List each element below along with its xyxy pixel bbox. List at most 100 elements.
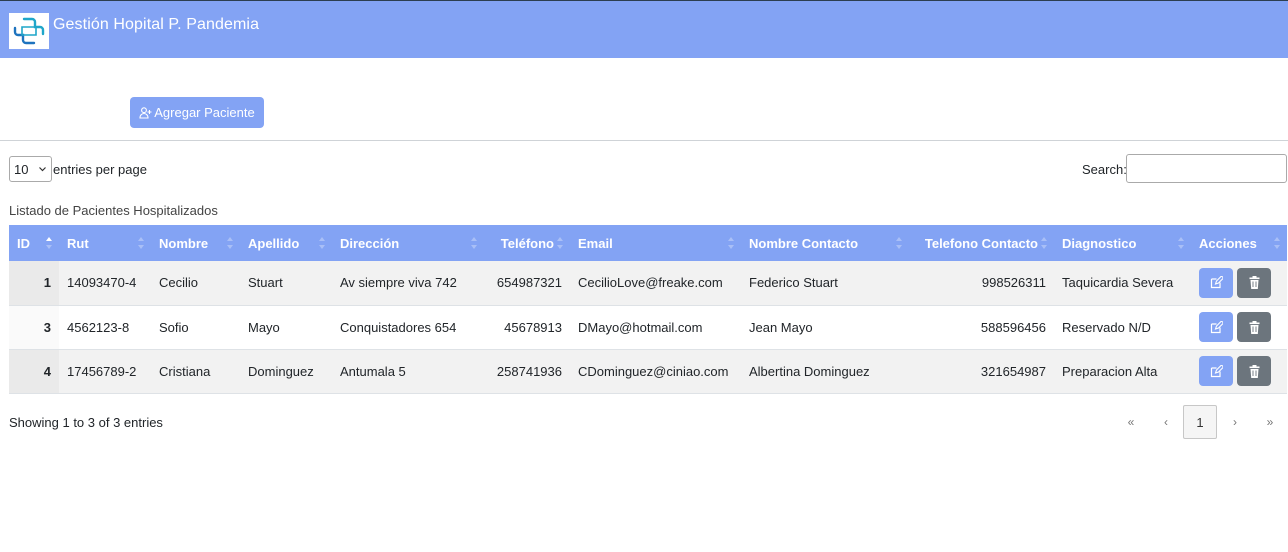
table-header-row: ID Rut Nombre Apellido Dirección Teléfon…	[9, 225, 1287, 261]
cell-nombre-contacto: Albertina Dominguez	[741, 349, 909, 394]
cell-email: CecilioLove@freake.com	[570, 261, 741, 306]
col-header-nombre-contacto[interactable]: Nombre Contacto	[741, 225, 909, 261]
col-header-acciones[interactable]: Acciones	[1191, 225, 1287, 261]
cell-diagnostico: Preparacion Alta	[1054, 349, 1191, 394]
cell-telefono-contacto: 998526311	[909, 261, 1054, 306]
col-header-diagnostico-label: Diagnostico	[1062, 235, 1137, 251]
search-input[interactable]	[1126, 154, 1287, 183]
divider	[0, 140, 1288, 141]
edit-icon	[1210, 276, 1223, 289]
sort-icon	[557, 237, 563, 249]
cell-telefono: 45678913	[484, 305, 570, 350]
cell-diagnostico: Taquicardia Severa	[1054, 261, 1191, 306]
trash-icon	[1249, 364, 1259, 378]
cell-nombre: Sofio	[151, 305, 240, 350]
delete-button[interactable]	[1237, 267, 1271, 298]
cell-nombre-contacto: Federico Stuart	[741, 261, 909, 306]
col-header-apellido[interactable]: Apellido	[240, 225, 332, 261]
edit-button[interactable]	[1199, 356, 1233, 386]
cell-nombre-contacto: Jean Mayo	[741, 305, 909, 350]
col-header-telefono-label: Teléfono	[500, 235, 554, 251]
cell-id: 4	[9, 349, 59, 394]
pagination-page-1[interactable]: 1	[1183, 405, 1217, 439]
cell-apellido: Dominguez	[240, 349, 332, 394]
cell-direccion: Av siempre viva 742	[332, 261, 484, 306]
cell-email: DMayo@hotmail.com	[570, 305, 741, 350]
table-row: 3 4562123-8 Sofio Mayo Conquistadores 65…	[9, 305, 1287, 350]
cell-nombre: Cecilio	[151, 261, 240, 306]
cell-acciones	[1191, 349, 1287, 394]
col-header-apellido-label: Apellido	[248, 235, 300, 251]
navbar: Gestión Hopital P. Pandemia	[0, 0, 1288, 58]
col-header-nombre-contacto-label: Nombre Contacto	[749, 235, 859, 251]
cell-direccion: Antumala 5	[332, 349, 484, 394]
trash-icon	[1249, 276, 1259, 290]
edit-button[interactable]	[1199, 267, 1233, 298]
col-header-telefono-contacto[interactable]: Telefono Contacto	[909, 225, 1054, 261]
patients-table: ID Rut Nombre Apellido Dirección Teléfon…	[9, 225, 1287, 394]
col-header-telefono-contacto-label: Telefono Contacto	[924, 235, 1038, 251]
col-header-telefono[interactable]: Teléfono	[484, 225, 570, 261]
pagination-prev[interactable]: ‹	[1149, 405, 1183, 439]
table-info: Showing 1 to 3 of 3 entries	[9, 415, 163, 430]
app-title[interactable]: Gestión Hopital P. Pandemia	[53, 16, 259, 34]
delete-button[interactable]	[1237, 356, 1271, 386]
cell-telefono: 654987321	[484, 261, 570, 306]
user-plus-icon	[139, 106, 152, 119]
col-header-email[interactable]: Email	[570, 225, 741, 261]
col-header-rut-label: Rut	[67, 235, 89, 251]
sort-icon	[138, 237, 144, 249]
trash-icon	[1249, 320, 1259, 334]
cell-id: 3	[9, 305, 59, 350]
cell-rut: 14093470-4	[59, 261, 151, 306]
sort-icon	[1041, 237, 1047, 249]
col-header-diagnostico[interactable]: Diagnostico	[1054, 225, 1191, 261]
entries-per-page-select[interactable]: 10	[9, 156, 52, 182]
col-header-direccion[interactable]: Dirección	[332, 225, 484, 261]
col-header-acciones-label: Acciones	[1199, 235, 1257, 251]
cell-telefono-contacto: 588596456	[909, 305, 1054, 350]
col-header-id[interactable]: ID	[9, 225, 59, 261]
col-header-direccion-label: Dirección	[340, 235, 400, 251]
pagination-first[interactable]: «	[1114, 405, 1148, 439]
chevron-down-icon	[39, 167, 46, 172]
cell-telefono-contacto: 321654987	[909, 349, 1054, 394]
cell-email: CDominguez@ciniao.com	[570, 349, 741, 394]
table-row: 1 14093470-4 Cecilio Stuart Av siempre v…	[9, 261, 1287, 306]
pagination-last[interactable]: »	[1253, 405, 1287, 439]
sort-icon	[896, 237, 902, 249]
sort-icon	[319, 237, 325, 249]
table-caption: Listado de Pacientes Hospitalizados	[9, 203, 218, 218]
cell-rut: 17456789-2	[59, 349, 151, 394]
cell-apellido: Mayo	[240, 305, 332, 350]
entries-per-page-value: 10	[14, 161, 29, 177]
add-patient-button[interactable]: Agregar Paciente	[130, 97, 264, 128]
cell-diagnostico: Reservado N/D	[1054, 305, 1191, 350]
entries-per-page-label: entries per page	[53, 162, 147, 177]
cell-id: 1	[9, 261, 59, 306]
cell-apellido: Stuart	[240, 261, 332, 306]
pagination-next[interactable]: ›	[1218, 405, 1252, 439]
edit-button[interactable]	[1199, 312, 1233, 342]
sort-icon	[728, 237, 734, 249]
search-label: Search:	[1082, 162, 1127, 177]
col-header-rut[interactable]: Rut	[59, 225, 151, 261]
col-header-email-label: Email	[578, 235, 613, 251]
sort-icon	[227, 237, 233, 249]
cell-direccion: Conquistadores 654	[332, 305, 484, 350]
cell-rut: 4562123-8	[59, 305, 151, 350]
add-patient-label: Agregar Paciente	[154, 105, 255, 120]
table-row: 4 17456789-2 Cristiana Dominguez Antumal…	[9, 349, 1287, 394]
hospital-cross-icon[interactable]	[9, 13, 49, 49]
sort-icon	[471, 237, 477, 249]
cell-acciones	[1191, 305, 1287, 350]
sort-icon	[1274, 237, 1280, 249]
cell-acciones	[1191, 261, 1287, 306]
edit-icon	[1210, 364, 1223, 377]
delete-button[interactable]	[1237, 312, 1271, 342]
sort-asc-icon	[46, 237, 52, 249]
col-header-id-label: ID	[17, 235, 30, 251]
cell-nombre: Cristiana	[151, 349, 240, 394]
col-header-nombre[interactable]: Nombre	[151, 225, 240, 261]
sort-icon	[1178, 237, 1184, 249]
